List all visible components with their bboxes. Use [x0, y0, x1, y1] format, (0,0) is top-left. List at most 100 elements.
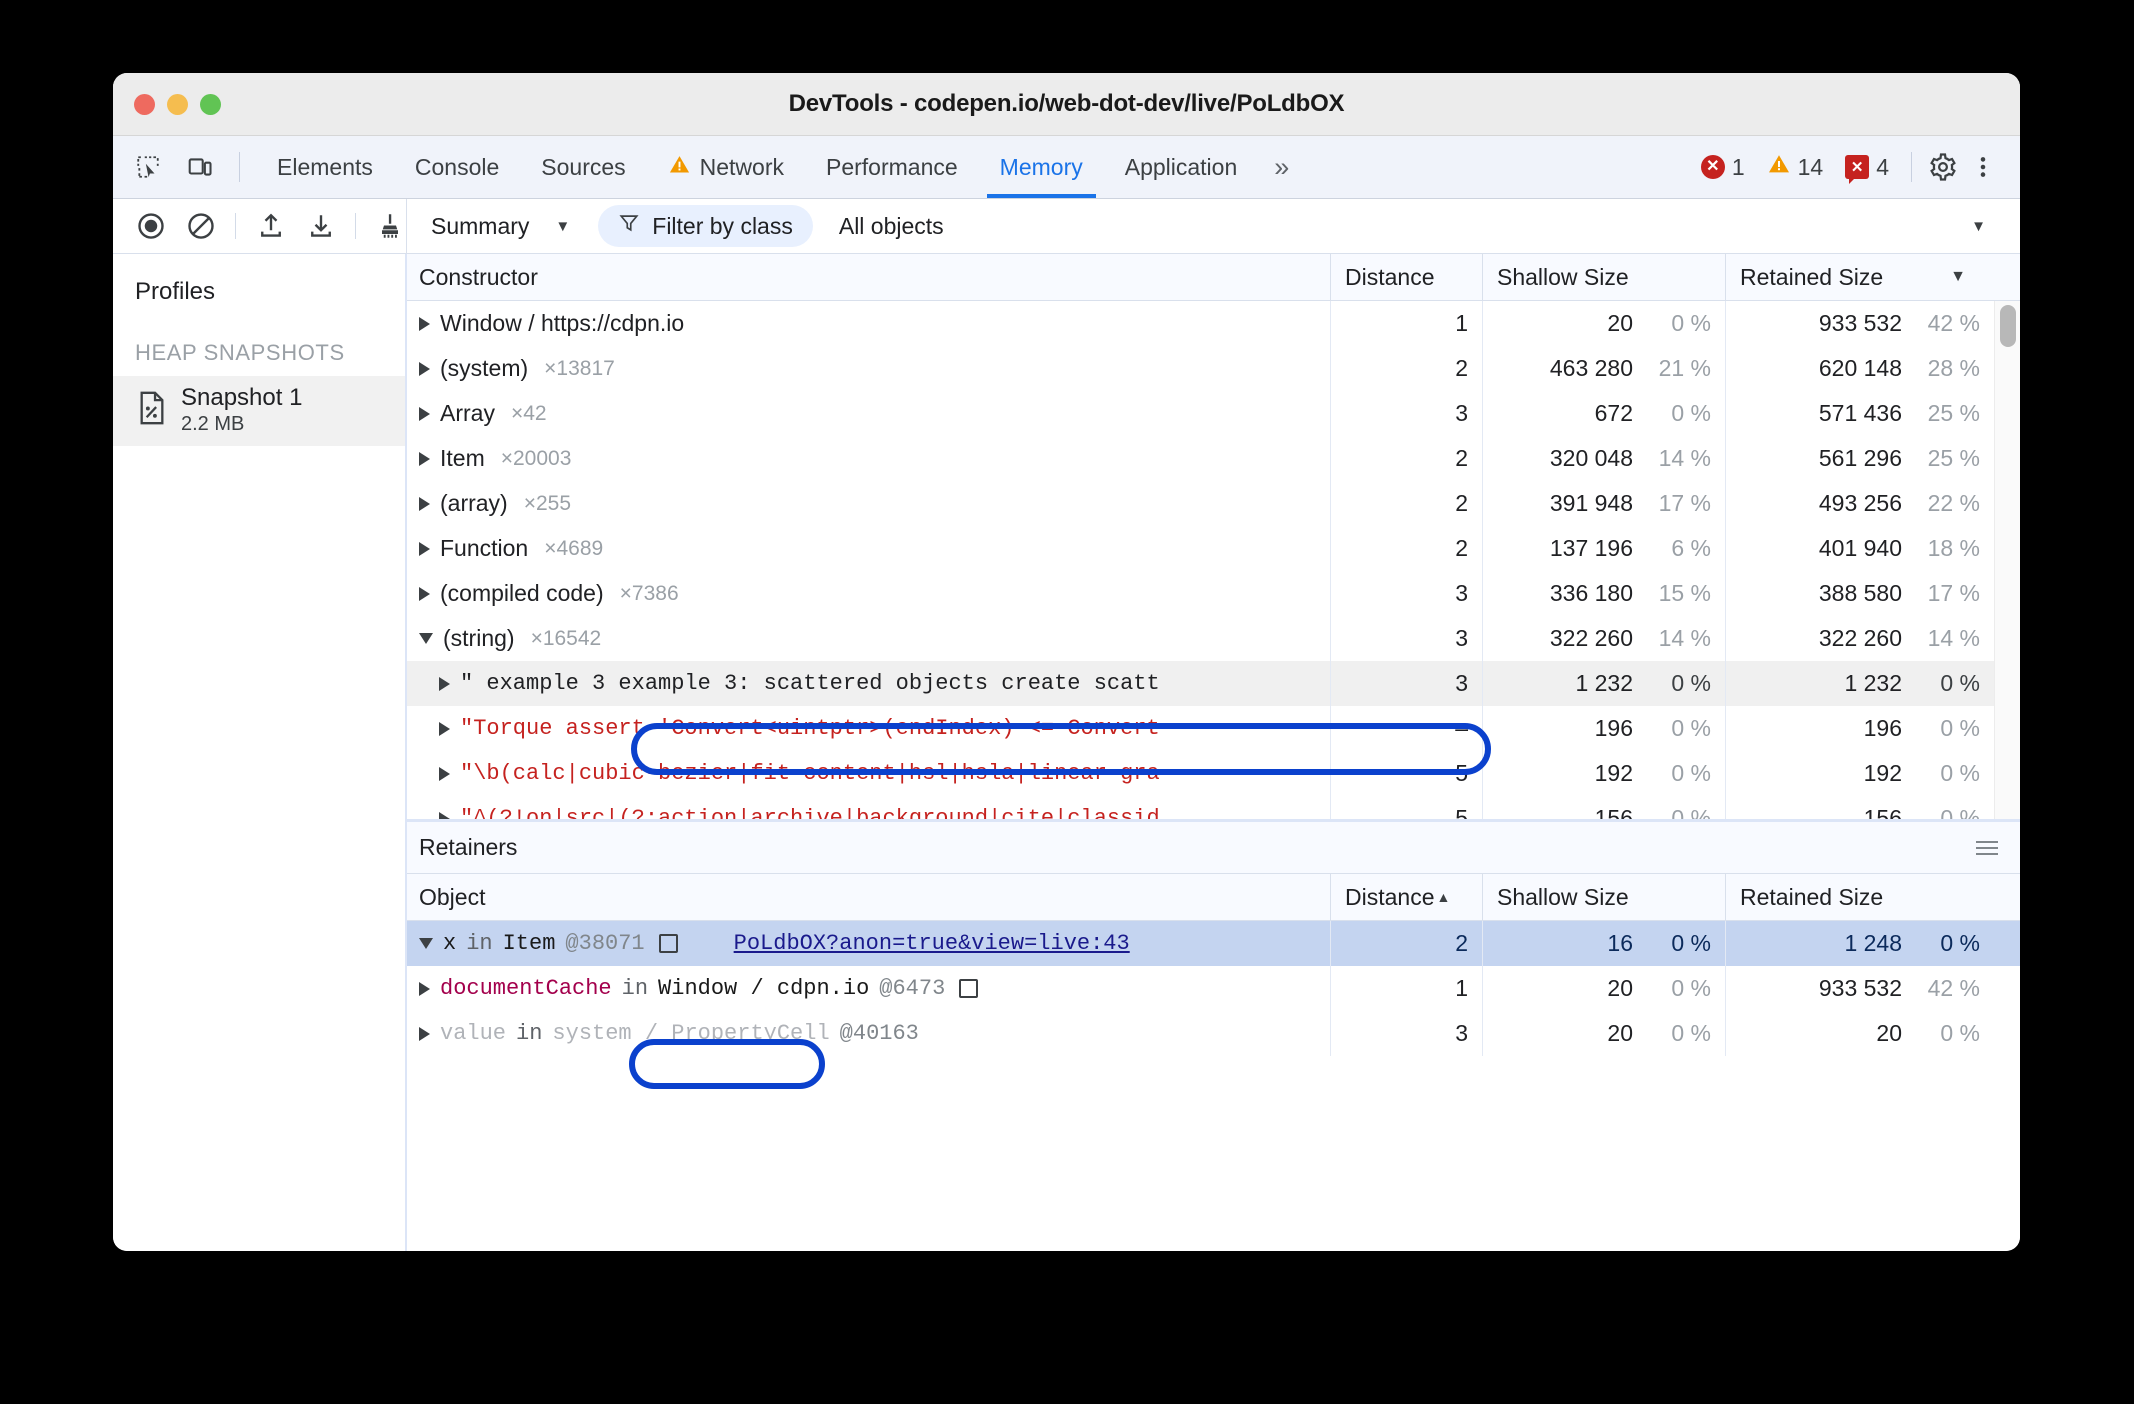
constructor-cell[interactable]: (string) ×16542: [407, 616, 1331, 661]
collapse-triangle-icon[interactable]: [419, 938, 433, 949]
table-row[interactable]: (array) ×255 2 391 948 17 % 493 256 22 %: [407, 481, 2020, 526]
tab-elements[interactable]: Elements: [256, 136, 394, 198]
error-counter[interactable]: ✕ 1: [1693, 154, 1753, 181]
clear-icon[interactable]: [185, 209, 217, 243]
distance-value: 3: [1455, 580, 1468, 606]
retainer-class: system / PropertyCell: [552, 1021, 830, 1046]
retained-size-pct: 0 %: [1940, 715, 1980, 741]
shallow-size-value: 20: [1607, 310, 1633, 336]
table-row[interactable]: (compiled code) ×7386 3 336 180 15 % 388 …: [407, 571, 2020, 616]
retainers-pane: Retainers Object Distance ▲ Shallow Size…: [407, 822, 2020, 1251]
retainer-class: Window / cdpn.io: [658, 976, 870, 1001]
actionbar-divider-1: [235, 213, 237, 239]
constructor-cell[interactable]: "Torque assert 'Convert<uintptr>(endInde…: [407, 706, 1331, 751]
column-header-shallow-size[interactable]: Shallow Size: [1483, 254, 1726, 300]
filter-by-class-placeholder: Filter by class: [652, 212, 793, 239]
expand-triangle-icon[interactable]: [419, 316, 430, 331]
collapse-triangle-icon[interactable]: [419, 633, 433, 644]
table-row[interactable]: (string) ×16542 3 322 260 14 % 322 260 14 …: [407, 616, 2020, 661]
collect-garbage-icon[interactable]: [374, 209, 406, 243]
constructor-cell[interactable]: (system) ×13817: [407, 346, 1331, 391]
column-header-retained-size[interactable]: Retained Size ▼: [1726, 254, 1994, 300]
shallow-size-pct: 0 %: [1671, 975, 1711, 1001]
column-header-retainer-retained-size[interactable]: Retained Size: [1726, 874, 1994, 920]
retainer-row[interactable]: documentCache in Window / cdpn.io @6473 …: [407, 966, 2020, 1011]
retained-size-cell: 192 0 %: [1726, 751, 1994, 796]
tab-memory[interactable]: Memory: [979, 136, 1104, 198]
objects-select-value: All objects: [838, 212, 944, 239]
expand-triangle-icon[interactable]: [419, 541, 430, 556]
expand-triangle-icon[interactable]: [419, 406, 430, 421]
device-toolbar-icon[interactable]: [183, 150, 217, 184]
table-row[interactable]: (system) ×13817 2 463 280 21 % 620 148 28 …: [407, 346, 2020, 391]
tab-network[interactable]: Network: [647, 136, 805, 198]
table-row[interactable]: Window / https://cdpn.io 1 20 0 % 933 532…: [407, 301, 2020, 346]
expand-triangle-icon[interactable]: [439, 766, 450, 781]
retainer-object-cell[interactable]: value in system / PropertyCell @40163: [407, 1011, 1331, 1056]
constructor-cell[interactable]: "^(?!on|src|(?:action|archive|background…: [407, 796, 1331, 819]
tab-sources-label: Sources: [541, 153, 626, 180]
expand-triangle-icon[interactable]: [419, 496, 430, 511]
expand-triangle-icon[interactable]: [419, 1026, 430, 1041]
retainer-row[interactable]: value in system / PropertyCell @40163 3 …: [407, 1011, 2020, 1056]
column-header-retainer-shallow-size[interactable]: Shallow Size: [1483, 874, 1726, 920]
table-row[interactable]: "Torque assert 'Convert<uintptr>(endInde…: [407, 706, 2020, 751]
retained-size-pct: 0 %: [1940, 805, 1980, 819]
memory-view-controls: Summary ▼ Filter by class All objects ▼: [407, 199, 2020, 253]
warning-counter[interactable]: 14: [1759, 152, 1832, 182]
expand-triangle-icon[interactable]: [419, 361, 430, 376]
dom-node-icon[interactable]: [658, 934, 678, 953]
table-row[interactable]: "\b(calc|cubic-bezier|fit-content|hsl|hs…: [407, 751, 2020, 796]
expand-triangle-icon[interactable]: [439, 721, 450, 736]
table-row[interactable]: Function ×4689 2 137 196 6 % 401 940 18 %: [407, 526, 2020, 571]
gear-icon[interactable]: [1926, 150, 1960, 184]
column-header-retainer-distance[interactable]: Distance ▲: [1331, 874, 1483, 920]
inspect-element-icon[interactable]: [131, 150, 165, 184]
sidebar-item-snapshot-1[interactable]: Snapshot 1 2.2 MB: [113, 376, 405, 447]
constructor-cell[interactable]: Window / https://cdpn.io: [407, 301, 1331, 346]
tab-application[interactable]: Application: [1104, 136, 1259, 198]
expand-triangle-icon[interactable]: [419, 586, 430, 601]
table-row[interactable]: "^(?!on|src|(?:action|archive|background…: [407, 796, 2020, 819]
table-row[interactable]: Item ×20003 2 320 048 14 % 561 296 25 %: [407, 436, 2020, 481]
constructor-cell[interactable]: Array ×42: [407, 391, 1331, 436]
constructor-cell[interactable]: " example 3 example 3: scattered objects…: [407, 661, 1331, 706]
more-tabs-icon[interactable]: »: [1258, 136, 1301, 198]
hamburger-menu-icon[interactable]: [1976, 840, 1998, 855]
constructor-grid-scrollbar[interactable]: [1994, 301, 2020, 819]
retainer-source-link[interactable]: PoLdbOX?anon=true&view=live:43: [734, 931, 1130, 956]
view-select[interactable]: Summary ▼: [425, 213, 576, 240]
expand-triangle-icon[interactable]: [439, 811, 450, 819]
filter-by-class-input[interactable]: Filter by class: [598, 205, 813, 247]
tab-sources[interactable]: Sources: [520, 136, 646, 198]
expand-triangle-icon[interactable]: [419, 451, 430, 466]
constructor-cell[interactable]: "\b(calc|cubic-bezier|fit-content|hsl|hs…: [407, 751, 1331, 796]
scrollbar-thumb[interactable]: [2000, 305, 2016, 347]
retainer-object-cell[interactable]: x in Item @38071 PoLdbOX?anon=true&view=…: [407, 921, 1331, 966]
load-profile-icon[interactable]: [254, 209, 286, 243]
table-row-selected[interactable]: " example 3 example 3: scattered objects…: [407, 661, 2020, 706]
constructor-cell[interactable]: (array) ×255: [407, 481, 1331, 526]
column-header-object[interactable]: Object: [407, 874, 1331, 920]
column-header-constructor[interactable]: Constructor: [407, 254, 1331, 300]
expand-triangle-icon[interactable]: [419, 981, 430, 996]
distance-value: 3: [1455, 400, 1468, 426]
objects-select[interactable]: All objects ▼: [839, 213, 2020, 240]
dom-node-icon[interactable]: [959, 979, 979, 998]
table-row[interactable]: Array ×42 3 672 0 % 571 436 25 %: [407, 391, 2020, 436]
constructor-cell[interactable]: Item ×20003: [407, 436, 1331, 481]
expand-triangle-icon[interactable]: [439, 676, 450, 691]
issue-counter[interactable]: ✕ 4: [1837, 154, 1897, 184]
constructor-cell[interactable]: Function ×4689: [407, 526, 1331, 571]
shallow-size-cell: 20 0 %: [1483, 1011, 1726, 1056]
memory-action-toolbar: Summary ▼ Filter by class All objects ▼: [113, 199, 2020, 254]
record-heap-snapshot-icon[interactable]: [135, 209, 167, 243]
retainer-object-cell[interactable]: documentCache in Window / cdpn.io @6473: [407, 966, 1331, 1011]
tab-performance[interactable]: Performance: [805, 136, 979, 198]
constructor-cell[interactable]: (compiled code) ×7386: [407, 571, 1331, 616]
kebab-menu-icon[interactable]: [1966, 150, 2000, 184]
retainer-row-selected[interactable]: x in Item @38071 PoLdbOX?anon=true&view=…: [407, 921, 2020, 966]
tab-console[interactable]: Console: [394, 136, 520, 198]
save-profile-icon[interactable]: [305, 209, 337, 243]
column-header-distance[interactable]: Distance: [1331, 254, 1483, 300]
